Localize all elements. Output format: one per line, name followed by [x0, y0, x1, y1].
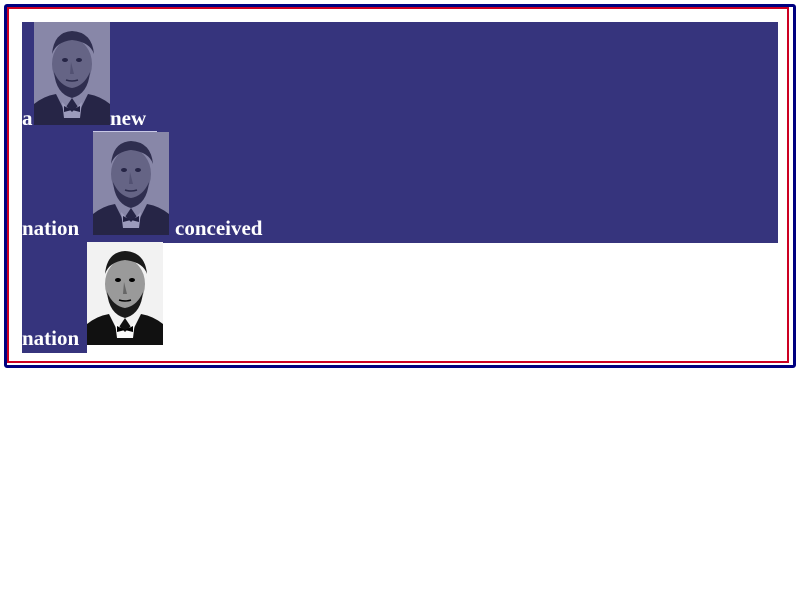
word-new: new — [110, 106, 147, 130]
lincoln-portrait-icon — [34, 22, 110, 125]
word-conceived: conceived — [175, 216, 263, 240]
portrait-image-2 — [93, 132, 169, 235]
word-nation-1: nation — [22, 216, 80, 240]
portrait-image-3 — [87, 242, 163, 345]
lincoln-portrait-icon — [87, 242, 163, 345]
lincoln-portrait-icon — [93, 132, 169, 235]
word-a: a — [22, 106, 33, 130]
word-nation-2: nation — [22, 326, 80, 350]
portrait-image-1 — [34, 22, 110, 125]
